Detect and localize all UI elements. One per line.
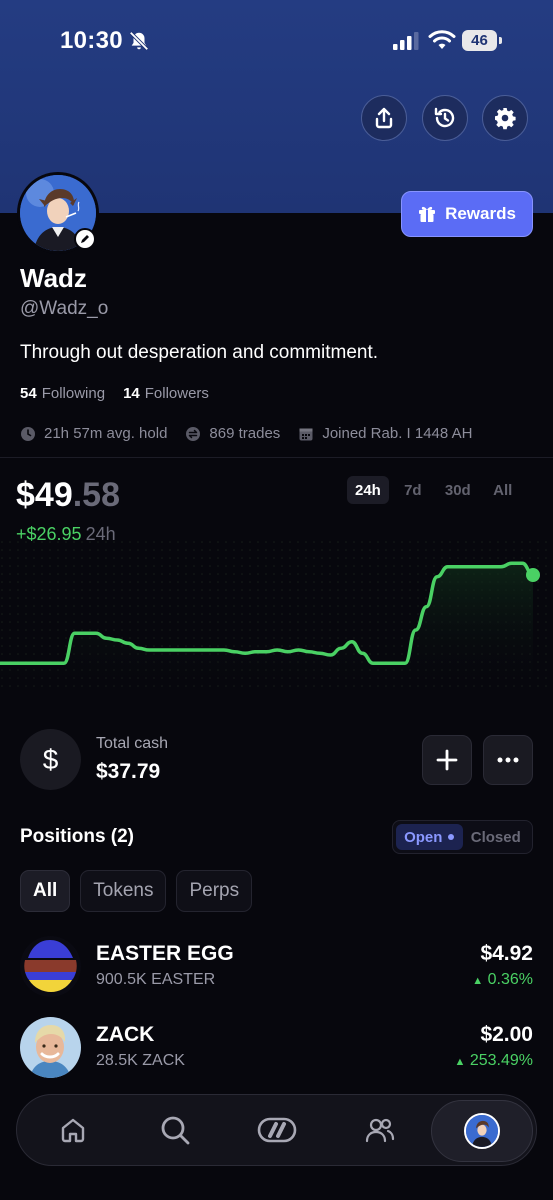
range-tab-7d[interactable]: 7d (395, 476, 431, 504)
balance-dollars: $49 (16, 476, 73, 514)
followers-link[interactable]: 14 Followers (123, 385, 209, 402)
open-closed-toggle: Open Closed (392, 820, 533, 854)
up-arrow-icon: ▲ (454, 1056, 466, 1068)
rewards-button[interactable]: Rewards (401, 191, 533, 237)
gift-icon (419, 206, 436, 222)
section-divider (0, 457, 553, 458)
add-cash-button[interactable] (422, 735, 472, 785)
trade-icon (257, 1117, 297, 1143)
avatar-image (466, 1115, 498, 1147)
dollar-icon: $ (20, 729, 81, 790)
following-link[interactable]: 54 Following (20, 385, 105, 402)
balance-cents: .58 (72, 476, 120, 514)
tab-home[interactable] (50, 1107, 96, 1153)
status-bar: 10:30 46 (0, 0, 553, 80)
easter-egg-token-icon (20, 936, 81, 997)
share-icon (375, 107, 393, 129)
position-filters: All Tokens Perps (20, 870, 253, 912)
tab-trade[interactable] (254, 1107, 300, 1153)
position-change-value: 0.36% (487, 971, 533, 988)
position-name: ZACK (96, 1023, 155, 1046)
position-value: $2.00 (480, 1023, 533, 1046)
trades-text: 869 trades (209, 425, 281, 442)
settings-button[interactable] (482, 95, 528, 141)
chart-current-point (526, 568, 540, 582)
portfolio-balance: $49.58 (16, 476, 120, 515)
position-value: $4.92 (480, 942, 533, 965)
profile-avatar-tab[interactable] (464, 1113, 500, 1149)
cash-value: $37.79 (96, 760, 161, 783)
gear-icon (495, 108, 516, 130)
toggle-open[interactable]: Open (396, 824, 463, 850)
range-tab-30d[interactable]: 30d (437, 476, 479, 504)
history-icon (434, 107, 455, 128)
range-tab-24h[interactable]: 24h (347, 476, 389, 504)
battery-indicator: 46 (462, 30, 502, 51)
search-icon (161, 1116, 190, 1145)
position-amount: 900.5K EASTER (96, 971, 216, 988)
filter-tokens[interactable]: Tokens (80, 870, 167, 912)
position-amount: 28.5K ZACK (96, 1052, 185, 1069)
position-name: EASTER EGG (96, 942, 234, 965)
range-tab-all[interactable]: All (485, 476, 521, 504)
history-button[interactable] (422, 95, 468, 141)
position-change: ▲ 0.36% (472, 971, 533, 989)
following-count: 54 (20, 385, 37, 402)
followers-label: Followers (144, 385, 209, 402)
calendar-icon (299, 428, 313, 440)
followers-count: 14 (123, 385, 140, 402)
tab-social[interactable] (357, 1107, 403, 1153)
joined-stat: Joined Rab. I 1448 AH (298, 425, 472, 442)
wifi-icon (428, 30, 456, 49)
follow-stats: 54 Following 14 Followers (20, 385, 209, 402)
up-arrow-icon: ▲ (472, 975, 484, 987)
pencil-icon (81, 235, 89, 243)
filter-perps[interactable]: Perps (176, 870, 253, 912)
more-options-button[interactable] (483, 735, 533, 785)
bell-off-icon (129, 31, 149, 51)
rewards-label: Rewards (445, 204, 516, 223)
toggle-closed[interactable]: Closed (463, 824, 530, 850)
profile-meta: 21h 57m avg. hold 869 trades Joined Rab.… (20, 425, 490, 442)
profile-bio: Through out desperation and commitment. (20, 342, 379, 363)
more-icon (497, 757, 519, 763)
portfolio-chart[interactable] (0, 540, 553, 690)
status-time: 10:30 (60, 27, 123, 54)
edit-avatar-button[interactable] (74, 228, 96, 250)
position-change-value: 253.49% (469, 1052, 533, 1069)
zack-token-icon (20, 1017, 81, 1078)
following-label: Following (41, 385, 106, 402)
cash-label: Total cash (96, 735, 169, 752)
clock-icon (21, 426, 35, 441)
trades-stat: 869 trades (185, 425, 280, 442)
tab-search[interactable] (152, 1107, 198, 1153)
position-change: ▲ 253.49% (454, 1052, 533, 1070)
display-name: Wadz (20, 263, 87, 293)
people-icon (365, 1118, 395, 1143)
position-row-zack[interactable]: ZACK 28.5K ZACK $2.00 ▲ 253.49% (20, 1017, 533, 1079)
avg-hold-stat: 21h 57m avg. hold (20, 425, 167, 442)
position-row-easter-egg[interactable]: EASTER EGG 900.5K EASTER $4.92 ▲ 0.36% (20, 936, 533, 998)
avg-hold-text: 21h 57m avg. hold (44, 425, 168, 442)
time-range-tabs: 24h 7d 30d All (347, 476, 521, 504)
username-handle: @Wadz_o (20, 298, 109, 319)
positions-title: Positions (2) (20, 826, 135, 847)
battery-level: 46 (462, 30, 497, 51)
share-button[interactable] (361, 95, 407, 141)
plus-icon (436, 749, 458, 771)
toggle-open-label: Open (404, 828, 443, 846)
home-icon (61, 1118, 85, 1143)
filter-all[interactable]: All (20, 870, 71, 912)
bottom-tab-bar (16, 1094, 537, 1166)
trades-icon (186, 426, 201, 441)
cellular-signal-icon (393, 32, 419, 50)
joined-text: Joined Rab. I 1448 AH (322, 425, 473, 442)
